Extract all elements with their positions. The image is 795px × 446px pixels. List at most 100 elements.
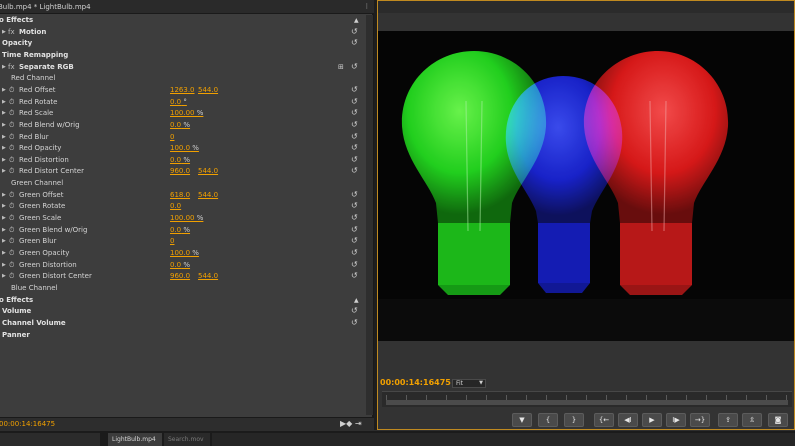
reset-icon[interactable]: ↺ (351, 271, 360, 280)
twirl-toggle-icon[interactable]: ▶ (2, 62, 6, 73)
property-value[interactable]: 0.0 % (170, 120, 190, 131)
export-icon[interactable]: ⇥ (355, 419, 362, 428)
reset-icon[interactable]: ↺ (351, 166, 360, 175)
stopwatch-icon[interactable]: ⏱ (9, 260, 14, 271)
stopwatch-icon[interactable]: ⏱ (9, 236, 14, 247)
stopwatch-icon[interactable]: ⏱ (9, 213, 14, 224)
twirl-toggle-icon[interactable]: ▶ (2, 108, 6, 119)
go-to-in-button[interactable]: {← (594, 413, 614, 427)
effect-row-green-scale[interactable]: ▶ ⏱ Green Scale 100.00 % ↺ (0, 213, 366, 224)
effect-row-volume[interactable]: Volume ↺ (0, 306, 366, 317)
twirl-toggle-icon[interactable]: ▶ (2, 225, 6, 236)
stopwatch-icon[interactable]: ⏱ (9, 85, 14, 96)
export-frame-button[interactable]: ◙ (768, 413, 788, 427)
collapse-up-icon[interactable]: ▲ (354, 295, 359, 306)
tab-lightbulb[interactable]: LightBulb.mp4 × (108, 433, 162, 446)
property-value[interactable]: 0.0 % (170, 260, 190, 271)
play-audio-icon[interactable]: ▶◆ (340, 419, 352, 428)
program-monitor-timecode[interactable]: 00:00:14:16475 (380, 378, 451, 387)
fx-toggle-icon[interactable]: fx (8, 62, 15, 73)
effect-row-red-distort-center[interactable]: ▶ ⏱ Red Distort Center 960.0 544.0 ↺ (0, 166, 366, 177)
reset-icon[interactable]: ↺ (351, 225, 360, 234)
reset-icon[interactable]: ↺ (351, 108, 360, 117)
twirl-toggle-icon[interactable]: ▶ (2, 190, 6, 201)
property-value[interactable]: 960.0 (170, 166, 190, 177)
property-value-y[interactable]: 544.0 (198, 166, 218, 177)
effect-row-red-opacity[interactable]: ▶ ⏱ Red Opacity 100.0 % ↺ (0, 143, 366, 154)
effect-row-o-effects[interactable]: o Effects ▲ (0, 295, 366, 306)
property-value[interactable]: 100.0 % (170, 143, 199, 154)
stopwatch-icon[interactable]: ⏱ (9, 248, 14, 259)
reset-icon[interactable]: ↺ (351, 213, 360, 222)
property-value-y[interactable]: 544.0 (198, 190, 218, 201)
property-value[interactable]: 100.00 % (170, 108, 203, 119)
effect-row-motion[interactable]: ▶fx⊞Motion↺ (0, 27, 366, 38)
effect-row-time-remapping[interactable]: Time Remapping (0, 50, 366, 61)
effect-row-red-offset[interactable]: ▶ ⏱ Red Offset 1263.0 544.0 ↺ (0, 85, 366, 96)
reset-icon[interactable]: ↺ (351, 306, 360, 315)
property-value[interactable]: 1263.0 (170, 85, 195, 96)
scrollbar[interactable] (366, 15, 373, 415)
stopwatch-icon[interactable]: ⏱ (9, 143, 14, 154)
effect-controls-tab[interactable]: Bulb.mp4 * LightBulb.mp4 ⁝ (0, 0, 374, 14)
stopwatch-icon[interactable]: ⏱ (9, 132, 14, 143)
twirl-toggle-icon[interactable]: ▶ (2, 260, 6, 271)
property-value[interactable]: 0.0 % (170, 155, 190, 166)
property-value[interactable]: 0.0 (170, 201, 181, 212)
twirl-toggle-icon[interactable]: ▶ (2, 27, 6, 38)
property-value[interactable]: 0 (170, 132, 174, 143)
stopwatch-icon[interactable]: ⏱ (9, 108, 14, 119)
stopwatch-icon[interactable]: ⏱ (9, 225, 14, 236)
twirl-toggle-icon[interactable]: ▶ (2, 271, 6, 282)
twirl-toggle-icon[interactable]: ▶ (2, 120, 6, 131)
reset-icon[interactable]: ↺ (351, 143, 360, 152)
twirl-toggle-icon[interactable]: ▶ (2, 155, 6, 166)
reset-icon[interactable]: ↺ (351, 248, 360, 257)
effect-row-opacity[interactable]: Opacity ↺ (0, 38, 366, 49)
effect-row-green-rotate[interactable]: ▶ ⏱ Green Rotate 0.0 ↺ (0, 201, 366, 212)
lift-button[interactable]: ⇪ (718, 413, 738, 427)
property-value[interactable]: 960.0 (170, 271, 190, 282)
reset-icon[interactable]: ↺ (351, 132, 360, 141)
reset-icon[interactable]: ↺ (351, 318, 360, 327)
effect-row-green-opacity[interactable]: ▶ ⏱ Green Opacity 100.0 % ↺ (0, 248, 366, 259)
effect-mask-icon[interactable]: ⊞ (338, 62, 344, 73)
property-value[interactable]: 100.0 % (170, 248, 199, 259)
stopwatch-icon[interactable]: ⏱ (9, 155, 14, 166)
reset-icon[interactable]: ↺ (351, 97, 360, 106)
twirl-toggle-icon[interactable]: ▶ (2, 132, 6, 143)
marker-button[interactable]: ▼ (512, 413, 532, 427)
twirl-toggle-icon[interactable]: ▶ (2, 248, 6, 259)
effect-row-green-blur[interactable]: ▶ ⏱ Green Blur 0 ↺ (0, 236, 366, 247)
twirl-toggle-icon[interactable]: ▶ (2, 213, 6, 224)
effect-row-green-offset[interactable]: ▶ ⏱ Green Offset 618.0 544.0 ↺ (0, 190, 366, 201)
reset-icon[interactable]: ↺ (351, 201, 360, 210)
mark-in-button[interactable]: { (538, 413, 558, 427)
twirl-toggle-icon[interactable]: ▶ (2, 236, 6, 247)
reset-icon[interactable]: ↺ (351, 190, 360, 199)
property-value[interactable]: 618.0 (170, 190, 190, 201)
stopwatch-icon[interactable]: ⏱ (9, 201, 14, 212)
effect-row-green-distortion[interactable]: ▶ ⏱ Green Distortion 0.0 % ↺ (0, 260, 366, 271)
fx-toggle-icon[interactable]: fx (8, 27, 15, 38)
stopwatch-icon[interactable]: ⏱ (9, 120, 14, 131)
effect-row-red-blur[interactable]: ▶ ⏱ Red Blur 0 ↺ (0, 132, 366, 143)
property-value[interactable]: 0.0 ° (170, 97, 187, 108)
play-button[interactable]: ▶ (642, 413, 662, 427)
stopwatch-icon[interactable]: ⏱ (9, 166, 14, 177)
twirl-toggle-icon[interactable]: ▶ (2, 85, 6, 96)
stopwatch-icon[interactable]: ⏱ (9, 271, 14, 282)
effect-controls-timecode[interactable]: 00:00:14:16475 (0, 420, 55, 428)
effect-row-red-rotate[interactable]: ▶ ⏱ Red Rotate 0.0 ° ↺ (0, 97, 366, 108)
reset-icon[interactable]: ↺ (351, 38, 360, 47)
monitor-timeline-ruler[interactable] (382, 391, 792, 407)
property-value[interactable]: 0 (170, 236, 174, 247)
effect-row-green-blend-w-orig[interactable]: ▶ ⏱ Green Blend w/Orig 0.0 % ↺ (0, 225, 366, 236)
reset-icon[interactable]: ↺ (351, 62, 360, 71)
reset-icon[interactable]: ↺ (351, 236, 360, 245)
twirl-toggle-icon[interactable]: ▶ (2, 201, 6, 212)
effect-row-green-distort-center[interactable]: ▶ ⏱ Green Distort Center 960.0 544.0 ↺ (0, 271, 366, 282)
effect-row-separate-rgb[interactable]: ▶fx⊞Separate RGB⊞↺ (0, 62, 366, 73)
reset-icon[interactable]: ↺ (351, 155, 360, 164)
tab-search[interactable]: Search.mov (164, 433, 210, 446)
